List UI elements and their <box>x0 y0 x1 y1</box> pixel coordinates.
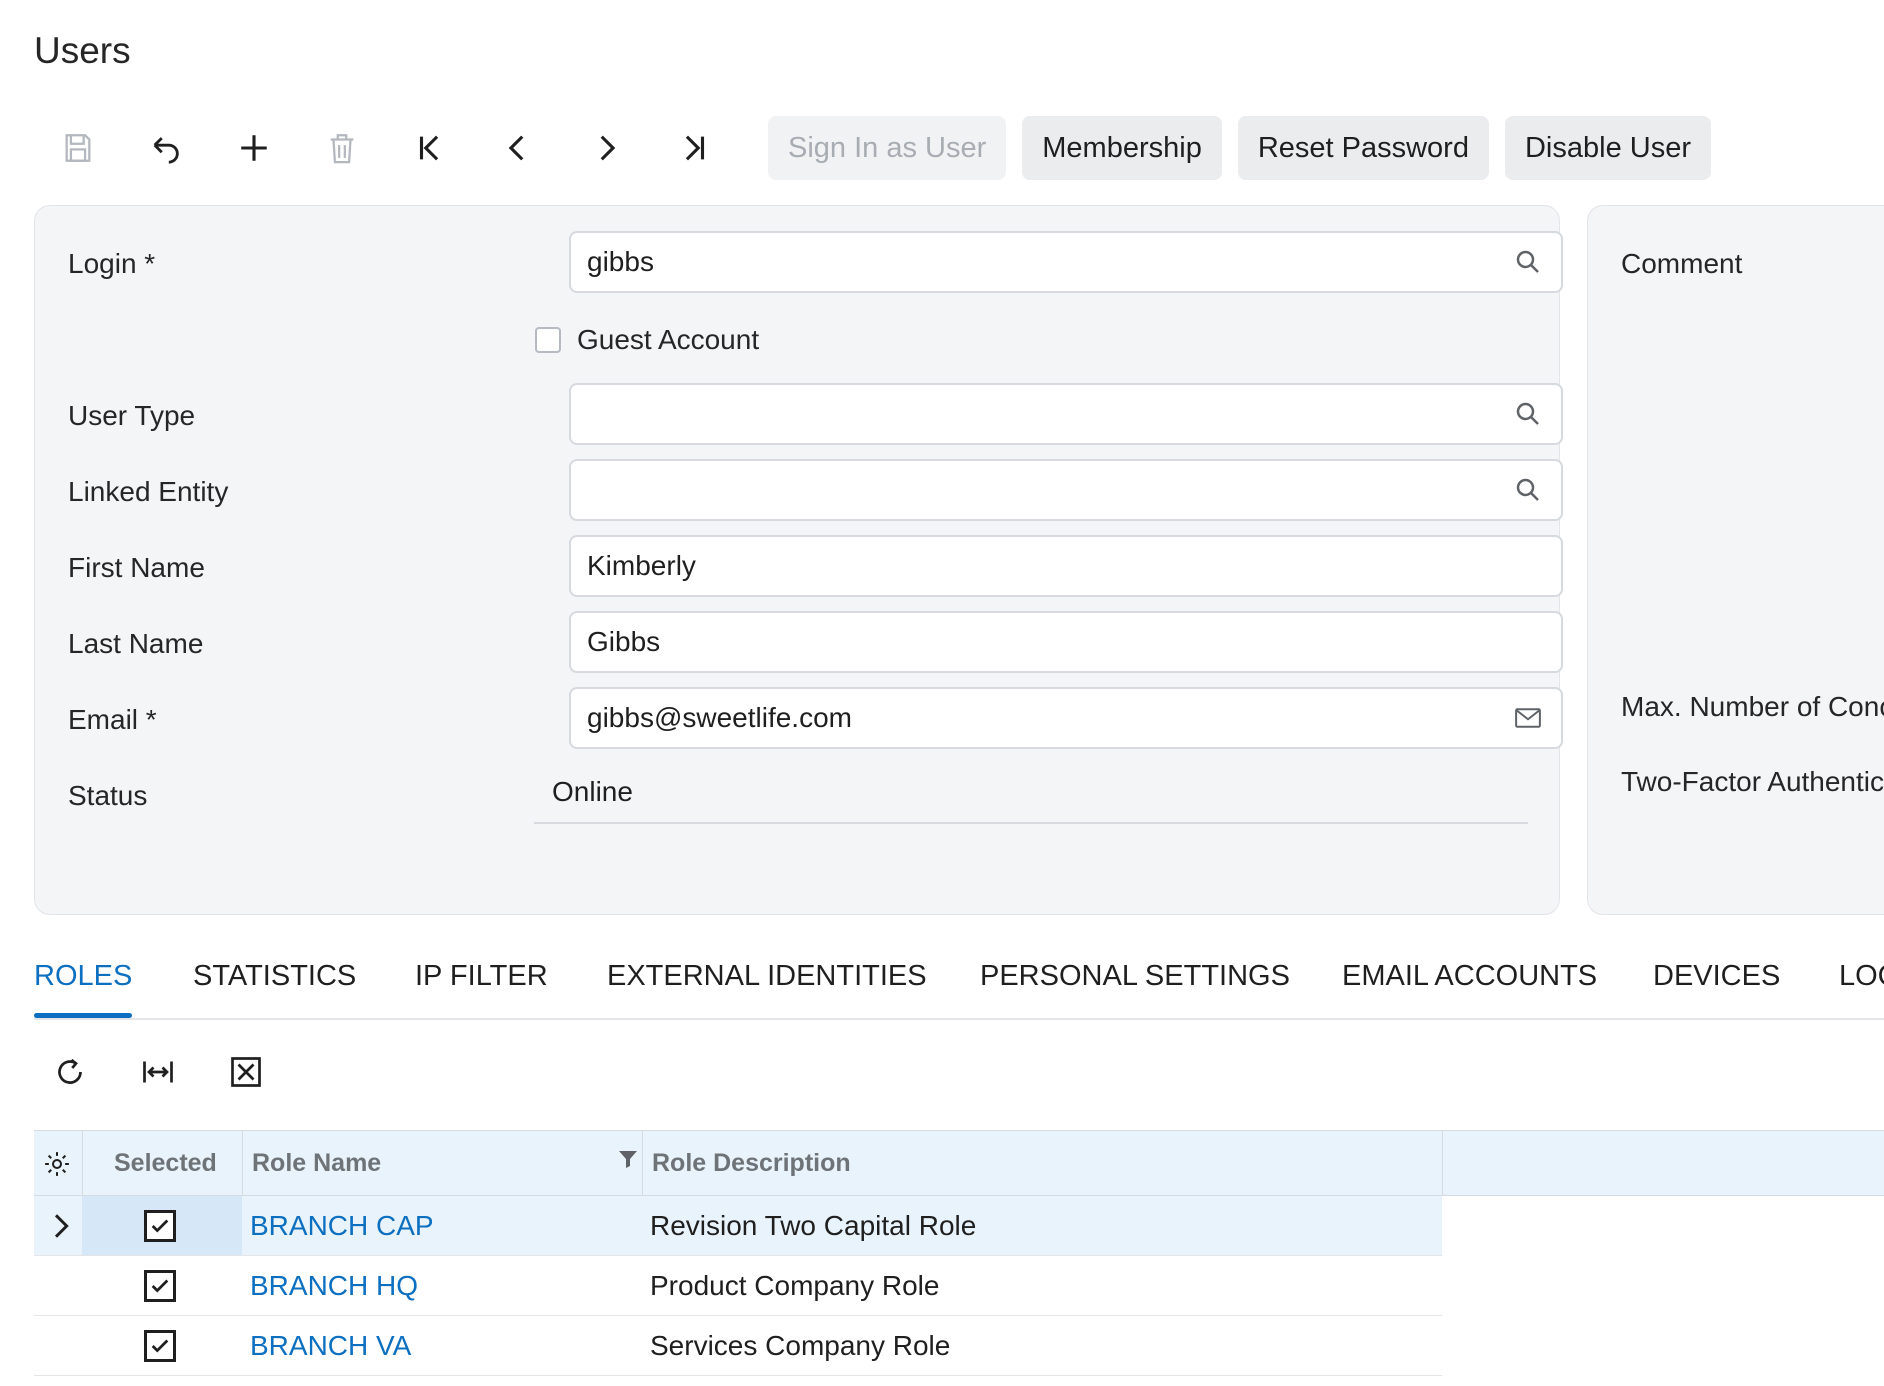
export-excel-icon[interactable] <box>224 1050 268 1094</box>
search-icon[interactable] <box>1513 475 1543 505</box>
first-name-field[interactable]: Kimberly <box>569 535 1563 597</box>
fit-columns-icon[interactable] <box>136 1050 180 1094</box>
user-type-field[interactable] <box>569 383 1563 445</box>
disable-user-button[interactable]: Disable User <box>1504 116 1711 180</box>
reset-password-button[interactable]: Reset Password <box>1237 116 1489 180</box>
refresh-icon[interactable] <box>48 1050 92 1094</box>
first-name-label: First Name <box>68 552 205 583</box>
tab-statistics[interactable]: STATISTICS <box>193 960 356 1016</box>
column-separator <box>242 1131 243 1195</box>
last-record-icon[interactable] <box>650 116 738 180</box>
login-field[interactable]: gibbs <box>569 231 1563 293</box>
tab-devices[interactable]: DEVICES <box>1653 960 1780 1016</box>
grid-header: Selected Role Name Role Description <box>34 1130 1884 1196</box>
email-field[interactable]: gibbs@sweetlife.com <box>569 687 1563 749</box>
email-value: gibbs@sweetlife.com <box>587 702 852 733</box>
first-record-icon[interactable] <box>386 116 474 180</box>
role-description: Services Company Role <box>650 1329 951 1361</box>
table-row[interactable]: BRANCH CAP Revision Two Capital Role <box>34 1196 1442 1256</box>
two-factor-label: Two-Factor Authentic <box>1621 766 1884 797</box>
gear-icon[interactable] <box>42 1149 72 1179</box>
column-separator <box>82 1131 83 1195</box>
comment-label: Comment <box>1621 248 1743 279</box>
login-label: Login * <box>68 248 156 279</box>
main-toolbar: Sign In as User Membership Reset Passwor… <box>34 116 1711 180</box>
user-type-label: User Type <box>68 400 196 431</box>
last-name-label: Last Name <box>68 628 204 659</box>
column-separator <box>642 1131 643 1195</box>
last-name-value: Gibbs <box>587 626 661 657</box>
tab-ip-filter[interactable]: IP FILTER <box>415 960 548 1016</box>
mail-icon[interactable] <box>1513 703 1543 733</box>
add-icon[interactable] <box>210 116 298 180</box>
header-selected[interactable]: Selected <box>114 1131 217 1195</box>
tab-loc[interactable]: LOC <box>1839 960 1884 1016</box>
linked-entity-label: Linked Entity <box>68 476 229 507</box>
search-icon[interactable] <box>1513 247 1543 277</box>
sign-in-as-user-button[interactable]: Sign In as User <box>768 116 1007 180</box>
tab-external-identities[interactable]: EXTERNAL IDENTITIES <box>607 960 927 1016</box>
role-name-link[interactable]: BRANCH HQ <box>250 1256 418 1315</box>
last-name-field[interactable]: Gibbs <box>569 611 1563 673</box>
column-separator <box>1442 1131 1443 1195</box>
chevron-right-icon[interactable] <box>44 1210 76 1242</box>
guest-account-label: Guest Account <box>577 324 760 355</box>
table-row[interactable]: BRANCH HQ Product Company Role <box>34 1256 1442 1316</box>
header-role-name[interactable]: Role Name <box>252 1131 381 1195</box>
login-value: gibbs <box>587 246 654 277</box>
header-role-description[interactable]: Role Description <box>652 1131 851 1195</box>
role-name-link[interactable]: BRANCH VA <box>250 1316 411 1375</box>
table-row[interactable]: BRANCH VA Services Company Role <box>34 1316 1442 1376</box>
tab-bar: ROLES STATISTICS IP FILTER EXTERNAL IDEN… <box>34 960 1884 1020</box>
delete-icon[interactable] <box>298 116 386 180</box>
page-title: Users <box>34 30 131 71</box>
user-details-panel: Comment Max. Number of Conc Two-Factor A… <box>1587 205 1884 915</box>
selected-checkbox[interactable] <box>144 1210 176 1242</box>
selected-checkbox[interactable] <box>144 1330 176 1362</box>
status-label: Status <box>68 780 148 811</box>
selected-checkbox[interactable] <box>144 1270 176 1302</box>
tab-email-accounts[interactable]: EMAIL ACCOUNTS <box>1342 960 1597 1016</box>
membership-button[interactable]: Membership <box>1022 116 1222 180</box>
first-name-value: Kimberly <box>587 550 696 581</box>
email-label: Email * <box>68 704 157 735</box>
search-icon[interactable] <box>1513 399 1543 429</box>
guest-account-checkbox[interactable] <box>535 327 561 353</box>
filter-icon[interactable] <box>616 1147 640 1171</box>
role-name-link[interactable]: BRANCH CAP <box>250 1196 434 1255</box>
previous-icon[interactable] <box>474 116 562 180</box>
save-icon[interactable] <box>34 116 122 180</box>
status-value: Online <box>534 762 1528 824</box>
next-icon[interactable] <box>562 116 650 180</box>
tab-personal-settings[interactable]: PERSONAL SETTINGS <box>980 960 1290 1016</box>
role-description: Revision Two Capital Role <box>650 1209 977 1241</box>
undo-icon[interactable] <box>122 116 210 180</box>
role-description: Product Company Role <box>650 1269 940 1301</box>
linked-entity-field[interactable] <box>569 459 1563 521</box>
max-connections-label: Max. Number of Conc <box>1621 691 1884 722</box>
tab-roles[interactable]: ROLES <box>34 960 133 1018</box>
